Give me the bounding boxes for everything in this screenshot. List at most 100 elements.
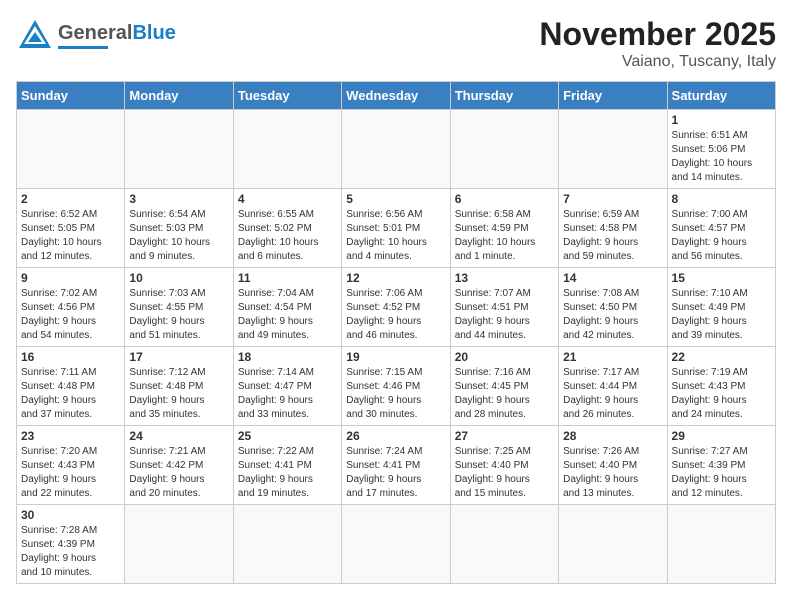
day-cell: 28Sunrise: 7:26 AM Sunset: 4:40 PM Dayli… [559, 426, 667, 505]
day-number: 11 [238, 271, 337, 285]
week-row-3: 9 Sunrise: 7:02 AM Sunset: 4:56 PM Daylig… [17, 268, 776, 347]
week-row-6: 30 Sunrise: 7:28 AM Sunset: 4:39 PM Dayli… [17, 505, 776, 584]
day-info: Sunrise: 7:03 AM Sunset: 4:55 PM Dayligh… [129, 287, 228, 343]
day-number: 24 [129, 429, 228, 443]
day-info: Sunrise: 6:56 AM Sunset: 5:01 PM Dayligh… [346, 208, 445, 264]
day-number: 4 [238, 192, 337, 206]
day-cell: 20Sunrise: 7:16 AM Sunset: 4:45 PM Dayli… [450, 347, 558, 426]
day-info: Sunrise: 7:22 AM Sunset: 4:41 PM Dayligh… [238, 445, 337, 501]
day-cell: 6Sunrise: 6:58 AM Sunset: 4:59 PM Daylig… [450, 189, 558, 268]
logo-blue: Blue [132, 22, 175, 44]
weekday-header-friday: Friday [559, 82, 667, 110]
day-number: 26 [346, 429, 445, 443]
weekday-header-tuesday: Tuesday [233, 82, 341, 110]
day-info: Sunrise: 7:17 AM Sunset: 4:44 PM Dayligh… [563, 366, 662, 422]
day-info: Sunrise: 7:20 AM Sunset: 4:43 PM Dayligh… [21, 445, 120, 501]
day-number: 9 [21, 271, 120, 285]
month-title: November 2025 [539, 16, 776, 53]
day-number: 8 [672, 192, 771, 206]
day-cell: 23 Sunrise: 7:20 AM Sunset: 4:43 PM Dayli… [17, 426, 125, 505]
day-cell: 4 Sunrise: 6:55 AM Sunset: 5:02 PM Daylig… [233, 189, 341, 268]
day-cell: 8 Sunrise: 7:00 AM Sunset: 4:57 PM Daylig… [667, 189, 775, 268]
day-cell: 9 Sunrise: 7:02 AM Sunset: 4:56 PM Daylig… [17, 268, 125, 347]
day-number: 29 [672, 429, 771, 443]
day-info: Sunrise: 6:58 AM Sunset: 4:59 PM Dayligh… [455, 208, 554, 264]
day-info: Sunrise: 7:21 AM Sunset: 4:42 PM Dayligh… [129, 445, 228, 501]
day-number: 14 [563, 271, 662, 285]
day-number: 5 [346, 192, 445, 206]
day-info: Sunrise: 7:26 AM Sunset: 4:40 PM Dayligh… [563, 445, 662, 501]
day-cell: 11 Sunrise: 7:04 AM Sunset: 4:54 PM Dayli… [233, 268, 341, 347]
week-row-5: 23 Sunrise: 7:20 AM Sunset: 4:43 PM Dayli… [17, 426, 776, 505]
day-info: Sunrise: 7:06 AM Sunset: 4:52 PM Dayligh… [346, 287, 445, 343]
day-info: Sunrise: 6:51 AM Sunset: 5:06 PM Dayligh… [672, 129, 771, 185]
day-info: Sunrise: 7:02 AM Sunset: 4:56 PM Dayligh… [21, 287, 120, 343]
logo-icon [16, 16, 54, 54]
day-number: 7 [563, 192, 662, 206]
day-number: 21 [563, 350, 662, 364]
day-cell: 16Sunrise: 7:11 AM Sunset: 4:48 PM Dayli… [17, 347, 125, 426]
day-info: Sunrise: 7:15 AM Sunset: 4:46 PM Dayligh… [346, 366, 445, 422]
day-number: 13 [455, 271, 554, 285]
day-cell: 30 Sunrise: 7:28 AM Sunset: 4:39 PM Dayli… [17, 505, 125, 584]
day-cell [559, 505, 667, 584]
week-row-1: 1 Sunrise: 6:51 AM Sunset: 5:06 PM Daylig… [17, 110, 776, 189]
weekday-header-monday: Monday [125, 82, 233, 110]
day-cell: 13Sunrise: 7:07 AM Sunset: 4:51 PM Dayli… [450, 268, 558, 347]
day-info: Sunrise: 7:00 AM Sunset: 4:57 PM Dayligh… [672, 208, 771, 264]
day-info: Sunrise: 6:59 AM Sunset: 4:58 PM Dayligh… [563, 208, 662, 264]
day-cell [125, 110, 233, 189]
day-info: Sunrise: 6:52 AM Sunset: 5:05 PM Dayligh… [21, 208, 120, 264]
day-cell [342, 505, 450, 584]
day-cell: 15 Sunrise: 7:10 AM Sunset: 4:49 PM Dayli… [667, 268, 775, 347]
weekday-header-saturday: Saturday [667, 82, 775, 110]
day-info: Sunrise: 7:11 AM Sunset: 4:48 PM Dayligh… [21, 366, 120, 422]
day-cell: 25Sunrise: 7:22 AM Sunset: 4:41 PM Dayli… [233, 426, 341, 505]
day-cell: 22 Sunrise: 7:19 AM Sunset: 4:43 PM Dayli… [667, 347, 775, 426]
day-cell: 21 Sunrise: 7:17 AM Sunset: 4:44 PM Dayli… [559, 347, 667, 426]
day-number: 1 [672, 113, 771, 127]
day-number: 20 [455, 350, 554, 364]
logo-underline [58, 46, 108, 49]
day-cell: 26Sunrise: 7:24 AM Sunset: 4:41 PM Dayli… [342, 426, 450, 505]
day-info: Sunrise: 7:04 AM Sunset: 4:54 PM Dayligh… [238, 287, 337, 343]
day-number: 12 [346, 271, 445, 285]
weekday-header-sunday: Sunday [17, 82, 125, 110]
day-cell: 19Sunrise: 7:15 AM Sunset: 4:46 PM Dayli… [342, 347, 450, 426]
day-number: 22 [672, 350, 771, 364]
day-cell: 18 Sunrise: 7:14 AM Sunset: 4:47 PM Dayli… [233, 347, 341, 426]
day-info: Sunrise: 7:12 AM Sunset: 4:48 PM Dayligh… [129, 366, 228, 422]
week-row-4: 16Sunrise: 7:11 AM Sunset: 4:48 PM Dayli… [17, 347, 776, 426]
title-area: November 2025 Vaiano, Tuscany, Italy [539, 16, 776, 71]
logo-area: GeneralBlue [16, 16, 176, 54]
location-title: Vaiano, Tuscany, Italy [539, 53, 776, 71]
day-cell: 7 Sunrise: 6:59 AM Sunset: 4:58 PM Daylig… [559, 189, 667, 268]
day-number: 2 [21, 192, 120, 206]
day-number: 10 [129, 271, 228, 285]
calendar-table: SundayMondayTuesdayWednesdayThursdayFrid… [16, 81, 776, 584]
day-info: Sunrise: 7:10 AM Sunset: 4:49 PM Dayligh… [672, 287, 771, 343]
day-cell [450, 110, 558, 189]
day-number: 23 [21, 429, 120, 443]
day-info: Sunrise: 7:14 AM Sunset: 4:47 PM Dayligh… [238, 366, 337, 422]
day-number: 30 [21, 508, 120, 522]
day-number: 15 [672, 271, 771, 285]
day-number: 18 [238, 350, 337, 364]
day-info: Sunrise: 6:55 AM Sunset: 5:02 PM Dayligh… [238, 208, 337, 264]
day-cell [125, 505, 233, 584]
day-info: Sunrise: 7:08 AM Sunset: 4:50 PM Dayligh… [563, 287, 662, 343]
weekday-header-row: SundayMondayTuesdayWednesdayThursdayFrid… [17, 82, 776, 110]
day-cell [233, 505, 341, 584]
day-info: Sunrise: 7:27 AM Sunset: 4:39 PM Dayligh… [672, 445, 771, 501]
day-cell: 1 Sunrise: 6:51 AM Sunset: 5:06 PM Daylig… [667, 110, 775, 189]
day-cell [450, 505, 558, 584]
day-info: Sunrise: 7:19 AM Sunset: 4:43 PM Dayligh… [672, 366, 771, 422]
day-number: 17 [129, 350, 228, 364]
day-cell: 24 Sunrise: 7:21 AM Sunset: 4:42 PM Dayli… [125, 426, 233, 505]
day-cell [342, 110, 450, 189]
day-number: 27 [455, 429, 554, 443]
weekday-header-wednesday: Wednesday [342, 82, 450, 110]
day-cell: 2 Sunrise: 6:52 AM Sunset: 5:05 PM Daylig… [17, 189, 125, 268]
day-info: Sunrise: 7:28 AM Sunset: 4:39 PM Dayligh… [21, 524, 120, 580]
day-cell [17, 110, 125, 189]
